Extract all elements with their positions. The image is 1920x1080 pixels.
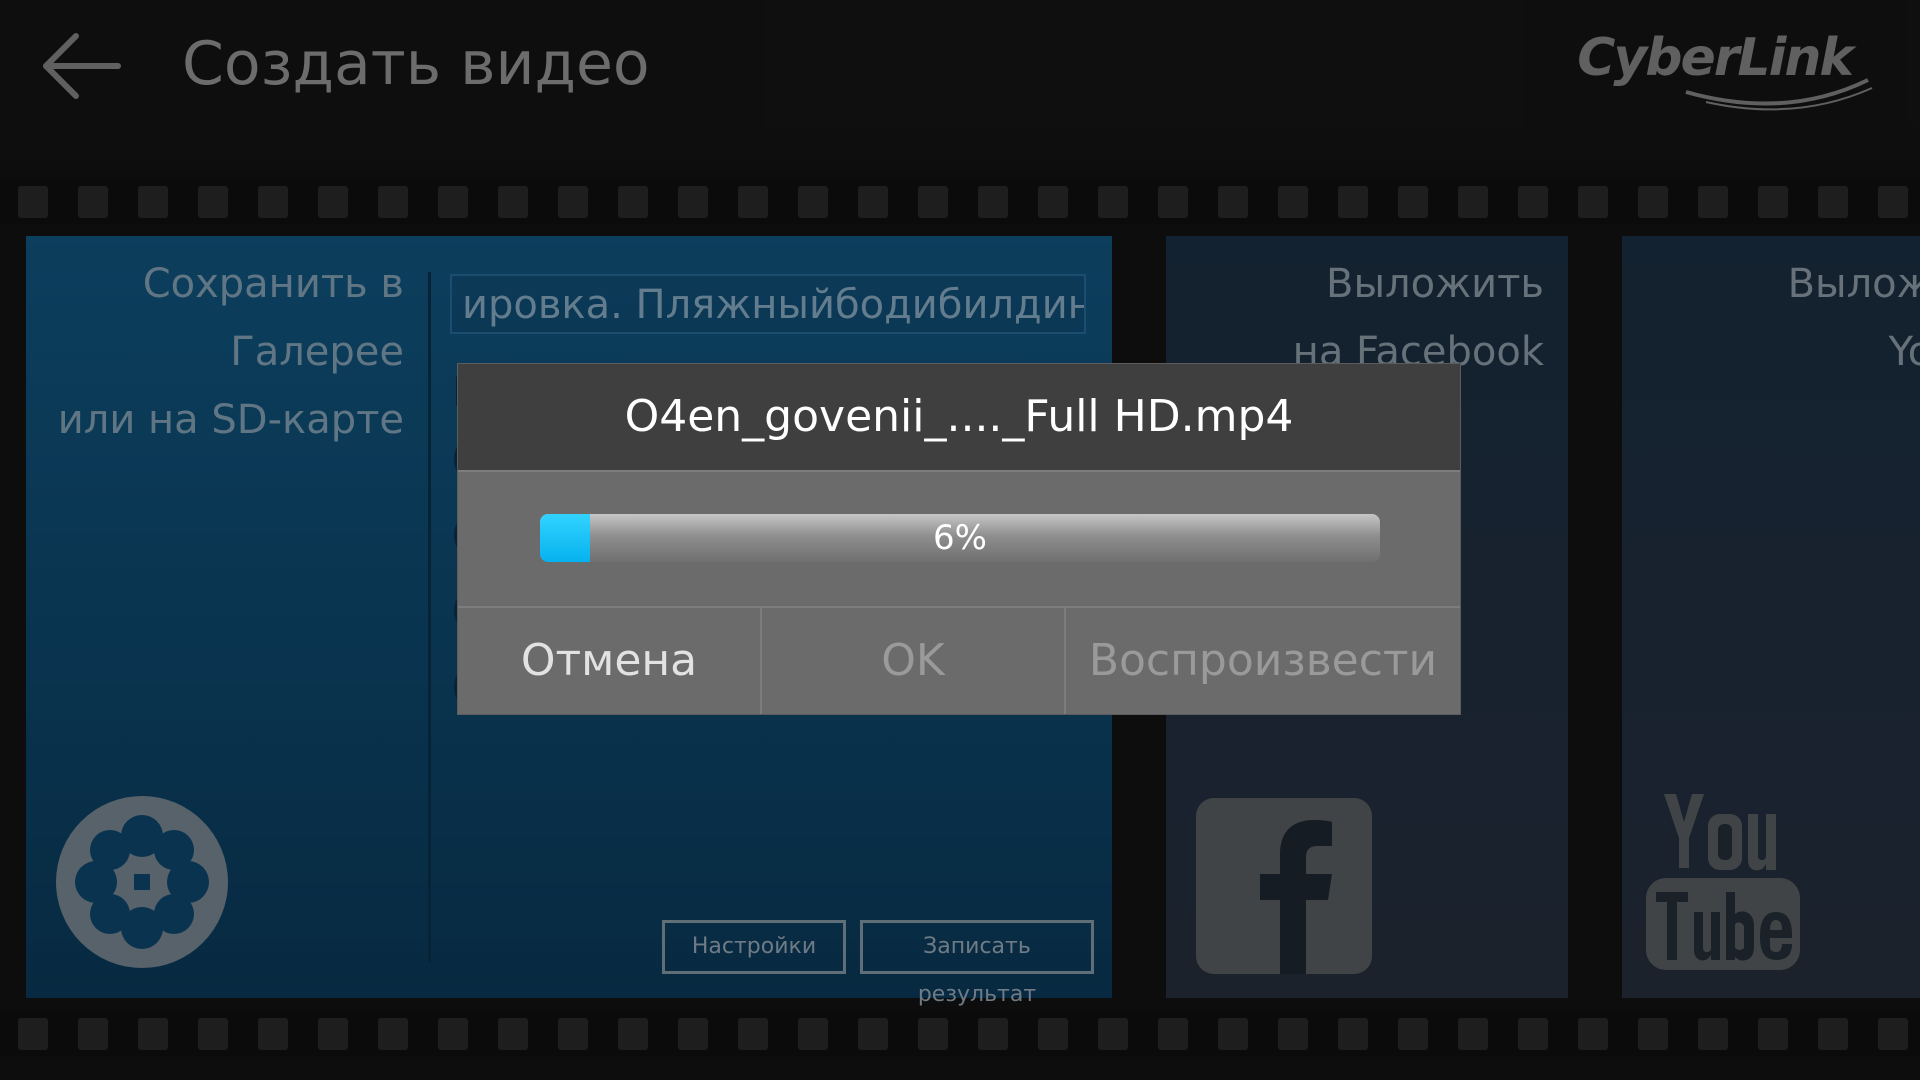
- progress-bar: 6%: [540, 514, 1380, 562]
- dialog-title: O4en_govenii_...._Full HD.mp4: [624, 391, 1294, 442]
- export-progress-dialog: O4en_govenii_...._Full HD.mp4 6% Отмена …: [458, 364, 1460, 714]
- ok-button[interactable]: OK: [762, 608, 1066, 714]
- dialog-header: O4en_govenii_...._Full HD.mp4: [458, 364, 1460, 472]
- cancel-button[interactable]: Отмена: [458, 608, 762, 714]
- dialog-button-row: Отмена OK Воспроизвести: [458, 606, 1460, 716]
- progress-percent-label: 6%: [933, 518, 987, 558]
- play-button[interactable]: Воспроизвести: [1066, 608, 1460, 714]
- app-screen: Создать видео CyberLink Сохранить в Гале…: [0, 0, 1920, 1080]
